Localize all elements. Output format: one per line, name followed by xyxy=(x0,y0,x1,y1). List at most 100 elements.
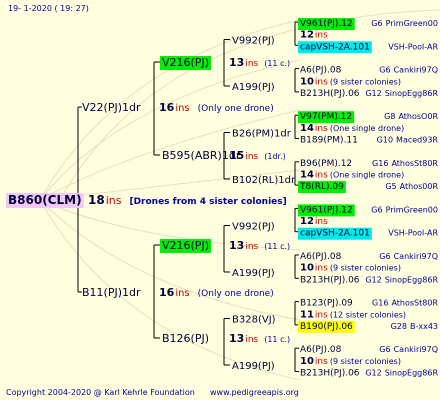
pedigree-tree: 19- 1-2020 ( 19: 27) Copyright 2004-2020 … xyxy=(6,4,439,397)
gen4-source: Cankiri97Q xyxy=(394,66,438,75)
gen1-ins-label: ins xyxy=(175,288,189,299)
gen4-source: SinopEgg86R xyxy=(385,89,439,98)
gen3-queen-label: A199(PJ) xyxy=(232,268,275,279)
gen4-queen-label: B213H(PJ).06 xyxy=(300,275,360,285)
gen4-queen-label: A6(PJ).08 xyxy=(300,66,342,76)
footer-url: www.pedigreeapis.org xyxy=(210,388,299,397)
gen3-note: (9 sister colonies) xyxy=(330,264,401,273)
gen3-ins-value: 10 xyxy=(300,76,314,87)
gen1-note: (Only one drone) xyxy=(198,104,274,114)
gen3-ins-value: 14 xyxy=(300,123,314,134)
gen2-note: (11 c.) xyxy=(264,59,290,68)
gen4-queen-label: capVSH-2A.101 xyxy=(300,42,370,52)
gen4-source: B-xx43 xyxy=(410,322,438,331)
root-queen-label: B860(CLM) xyxy=(8,193,82,207)
gen4-queen-label: B190(PJ).06 xyxy=(300,322,353,332)
gen3-queen-label: B26(PM)1dr xyxy=(232,129,292,140)
gen2-ins-label: ins xyxy=(245,242,258,252)
gen4-queen-label: B213H(PJ).06 xyxy=(300,89,360,99)
gen4-source: PrimGreen00 xyxy=(386,205,438,214)
gen3-ins-label: ins xyxy=(315,217,328,227)
gen3-ins-label: ins xyxy=(315,170,328,180)
gen4-generation: G12 xyxy=(365,89,381,98)
gen4-source: Cankiri97Q xyxy=(394,345,438,354)
gen1-queen-label: V22(PJ)1dr xyxy=(82,101,141,114)
gen4-generation: G6 xyxy=(379,66,390,75)
gen2-ins-label: ins xyxy=(245,152,258,162)
gen4-queen-label: B189(PM).11 xyxy=(300,136,358,146)
gen4-generation: G12 xyxy=(365,275,381,284)
gen3-note: (12 sister colonies) xyxy=(330,310,406,319)
gen1-ins-label: ins xyxy=(175,103,189,114)
gen2-ins-value: 15 xyxy=(229,149,244,162)
gen4-source: AthosO0R xyxy=(398,112,438,121)
gen4-source: VSH-Pool-AR xyxy=(388,42,438,51)
footer-copyright: Copyright 2004-2020 @ Karl Kehrle Founda… xyxy=(6,388,195,397)
gen3-queen-label: A199(PJ) xyxy=(232,82,275,93)
root-ins-label: ins xyxy=(106,194,122,207)
gen1-ins-value: 16 xyxy=(159,286,175,299)
gen4-queen-label: capVSH-2A.101 xyxy=(300,229,370,239)
gen3-ins-value: 10 xyxy=(300,263,314,274)
gen1-note: (Only one drone) xyxy=(198,289,274,299)
gen3-queen-label: V992(PJ) xyxy=(232,36,275,47)
gen2-ins-value: 13 xyxy=(229,56,244,69)
gen3-note: (9 sister colonies) xyxy=(330,357,401,366)
gen2-note: (11 c.) xyxy=(264,335,290,344)
gen4-generation: G6 xyxy=(379,252,390,261)
gen4-generation: G6 xyxy=(379,345,390,354)
gen3-ins-label: ins xyxy=(315,124,328,134)
header-date: 19- 1-2020 ( 19: 27) xyxy=(8,4,89,13)
gen3-ins-value: 14 xyxy=(300,169,314,180)
gen2-ins-label: ins xyxy=(245,335,258,345)
gen4-queen-label: V961(PJ).12 xyxy=(300,19,353,29)
gen3-queen-label: V992(PJ) xyxy=(232,222,275,233)
gen4-generation: G12 xyxy=(365,369,381,378)
gen4-queen-label: A6(PJ).08 xyxy=(300,345,342,355)
gen3-ins-label: ins xyxy=(315,264,328,274)
gen3-ins-label: ins xyxy=(315,357,328,367)
gen2-note: (1dr.) xyxy=(264,152,286,161)
gen2-queen-label: V216(PJ) xyxy=(162,56,209,69)
gen4-queen-label: T8(RL).09 xyxy=(299,182,344,192)
gen4-queen-label: V97(PM).12 xyxy=(300,112,352,122)
gen3-queen-label: B102(RL)1dr xyxy=(232,175,296,186)
gen3-ins-label: ins xyxy=(315,77,328,87)
gen4-source: Maced93R xyxy=(396,136,438,145)
gen4-source: Cankiri97Q xyxy=(394,252,438,261)
gen3-ins-value: 10 xyxy=(300,356,314,367)
gen4-generation: G16 xyxy=(372,299,388,308)
gen4-queen-label: B96(PM).12 xyxy=(300,159,352,169)
gen4-source: PrimGreen00 xyxy=(386,19,438,28)
gen4-queen-label: V961(PJ).12 xyxy=(300,205,353,215)
gen4-source: VSH-Pool-AR xyxy=(388,229,438,238)
gen3-ins-label: ins xyxy=(315,310,328,320)
root-note: [Drones from 4 sister colonies] xyxy=(129,197,286,207)
gen3-note: (9 sister colonies) xyxy=(330,77,401,86)
root-ins-value: 18 xyxy=(88,193,105,207)
gen2-ins-value: 13 xyxy=(229,332,244,345)
gen4-queen-label: B123(PJ).09 xyxy=(300,299,353,309)
gen4-queen-label: B213H(PJ).06 xyxy=(300,369,360,379)
gen3-ins-label: ins xyxy=(315,31,328,41)
gen2-queen-label: V216(PJ) xyxy=(162,239,209,252)
gen1-ins-value: 16 xyxy=(159,101,175,114)
gen3-note: (One single drone) xyxy=(330,170,404,179)
gen2-ins-value: 13 xyxy=(229,239,244,252)
gen2-queen-label: B126(PJ) xyxy=(162,332,209,345)
gen4-source: SinopEgg86R xyxy=(385,275,439,284)
gen4-generation: G6 xyxy=(371,19,382,28)
gen2-note: (11 c.) xyxy=(264,242,290,251)
gen4-generation: G28 xyxy=(391,322,407,331)
gen4-queen-label: A6(PJ).08 xyxy=(300,252,342,262)
gen3-queen-label: B328(VJ) xyxy=(232,315,276,326)
gen3-queen-label: A199(PJ) xyxy=(232,361,275,372)
gen4-generation: G6 xyxy=(371,205,382,214)
gen3-ins-value: 12 xyxy=(300,30,314,41)
gen4-generation: G16 xyxy=(372,159,388,168)
gen4-generation: G5 xyxy=(385,182,396,191)
gen1-queen-label: B11(PJ)1dr xyxy=(82,286,141,299)
gen3-ins-value: 11 xyxy=(300,309,314,320)
gen3-ins-value: 12 xyxy=(300,216,314,227)
gen4-generation: G8 xyxy=(384,112,395,121)
